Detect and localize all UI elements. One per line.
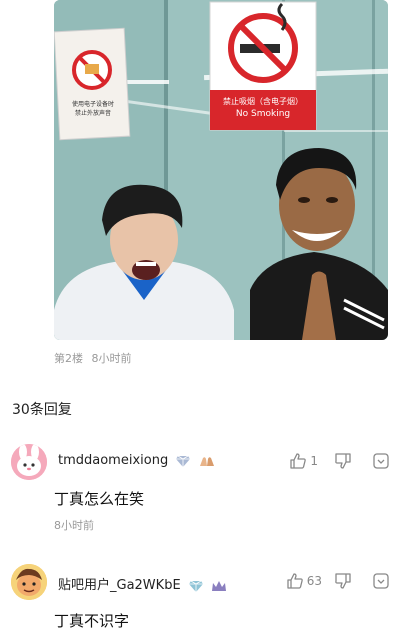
- like-button[interactable]: 1: [289, 452, 318, 470]
- right-sign-cn: 禁止吸烟（含电子烟）: [223, 97, 303, 106]
- username-text[interactable]: tmddaomeixiong: [58, 453, 168, 468]
- left-sign-text: 使用电子设备时 禁止外放声音: [60, 100, 126, 118]
- post-time: 8小时前: [91, 352, 132, 365]
- comment-text: 丁真怎么在笑: [54, 490, 145, 508]
- username[interactable]: tmddaomeixiong: [58, 453, 215, 468]
- username-text[interactable]: 贴吧用户_Ga2WKbE: [58, 578, 181, 593]
- dislike-button[interactable]: [334, 452, 352, 470]
- dislike-button[interactable]: [334, 572, 352, 590]
- photo-scene: [54, 0, 388, 340]
- avatar[interactable]: [11, 444, 47, 480]
- avatar[interactable]: [11, 564, 47, 600]
- like-button[interactable]: 63: [286, 572, 322, 590]
- more-button[interactable]: [372, 452, 390, 470]
- comment-actions: 1: [277, 450, 390, 472]
- like-count: 1: [310, 454, 318, 468]
- hands-badge-icon: [199, 456, 214, 466]
- post-meta: 第2楼 8小时前: [54, 350, 132, 366]
- thumbs-down-icon: [335, 453, 351, 469]
- more-icon: [373, 573, 389, 589]
- diamond-badge-icon: [176, 455, 191, 467]
- floor-number: 第2楼: [54, 352, 83, 365]
- left-sign-line1: 使用电子设备时: [71, 101, 114, 108]
- comment-time: 8小时前: [54, 519, 94, 532]
- crown-badge-icon: [211, 580, 226, 591]
- more-icon: [373, 453, 389, 469]
- left-sign-line2: 禁止外放声音: [74, 110, 111, 117]
- post-image[interactable]: 使用电子设备时 禁止外放声音 禁止吸烟（含电子烟） No Smoking: [54, 0, 388, 340]
- thumbs-down-icon: [335, 573, 351, 589]
- more-button[interactable]: [372, 572, 390, 590]
- thumbs-up-icon: [287, 573, 303, 589]
- right-sign-en: No Smoking: [235, 109, 291, 119]
- replies-count: 30条回复: [12, 402, 72, 418]
- comment-actions: 63: [274, 570, 390, 592]
- thumbs-up-icon: [290, 453, 307, 469]
- like-count: 63: [306, 574, 322, 588]
- comment-text: 丁真不识字: [54, 612, 130, 630]
- right-sign-text: 禁止吸烟（含电子烟） No Smoking: [210, 96, 316, 120]
- cartoon-avatar-icon: [11, 564, 47, 600]
- bunny-avatar-icon: [11, 444, 47, 480]
- username[interactable]: 贴吧用户_Ga2WKbE: [58, 574, 227, 593]
- diamond-badge-icon: [188, 580, 203, 592]
